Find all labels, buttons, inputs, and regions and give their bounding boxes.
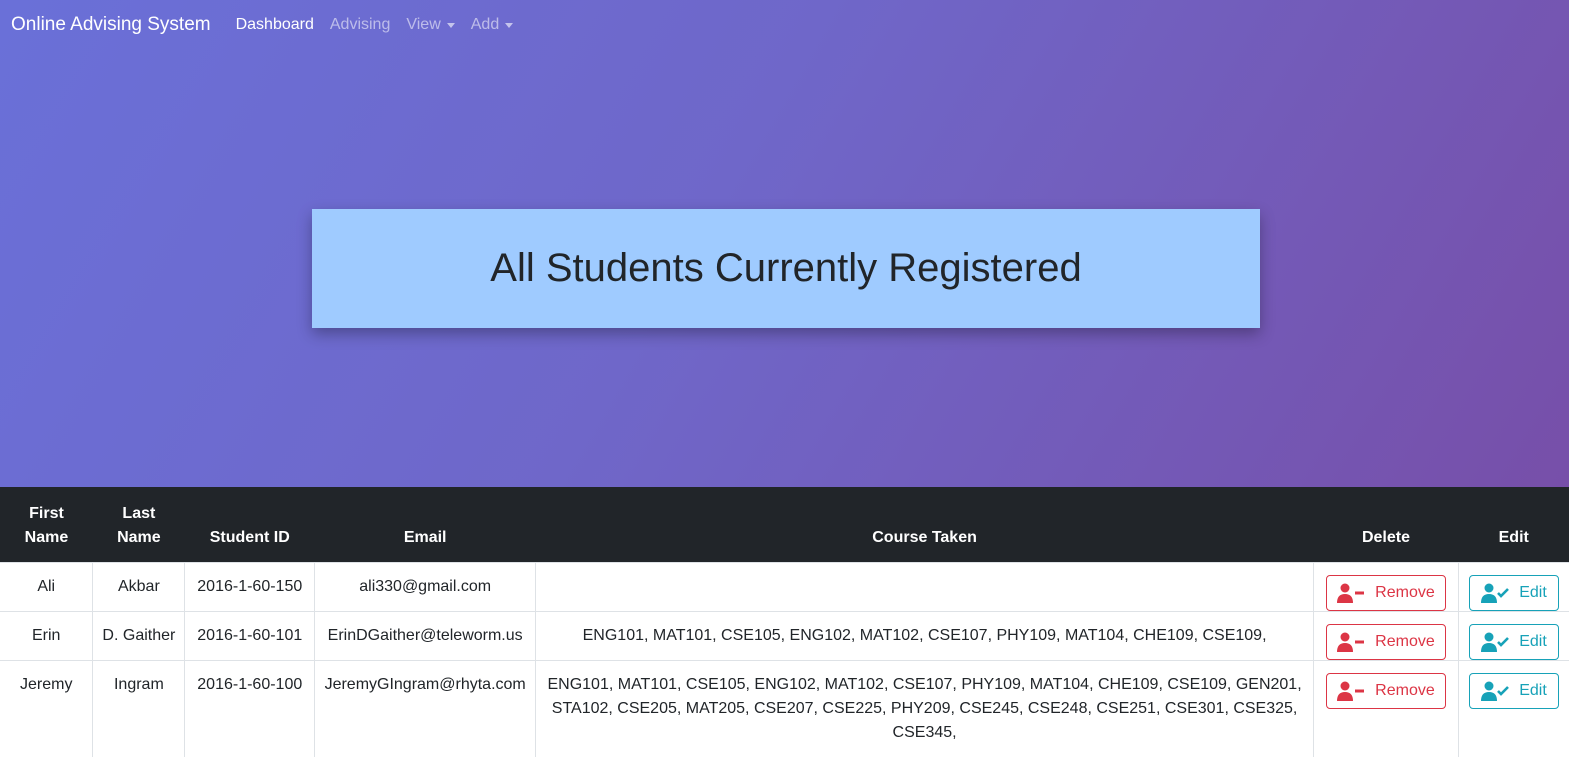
nav-add-dropdown[interactable]: Add [470,0,514,50]
caret-down-icon [446,22,455,28]
edit-button[interactable]: Edit [1468,672,1559,709]
cell-edit: Edit [1458,659,1569,757]
cell-edit: Edit [1458,561,1569,611]
nav-view-dropdown[interactable]: View [406,0,455,50]
nav-dashboard[interactable]: Dashboard [236,0,314,50]
edit-button-label: Edit [1519,681,1547,699]
header-delete: Delete [1313,487,1459,562]
cell-delete: Remove [1313,610,1459,660]
cell-email: ErinDGaither@teleworm.us [314,610,537,660]
nav-advising[interactable]: Advising [330,0,390,50]
edit-button-label: Edit [1519,632,1547,650]
cell-courses: ENG101, MAT101, CSE105, ENG102, MAT102, … [535,610,1314,660]
user-minus-icon [1337,681,1365,701]
students-table: First Name Last Name Student ID Email Co… [0,487,1569,757]
cell-delete: Remove [1313,659,1459,757]
table-row: Ali Akbar 2016-1-60-150 ali330@gmail.com… [0,561,1569,611]
edit-button[interactable]: Edit [1468,623,1559,660]
cell-student-id: 2016-1-60-101 [184,610,316,660]
caret-down-icon [505,22,514,28]
remove-button[interactable]: Remove [1325,574,1446,611]
remove-button-label: Remove [1375,632,1435,650]
user-minus-icon [1337,583,1365,603]
cell-first-name: Erin [0,610,94,660]
cell-first-name: Ali [0,561,94,611]
table-header-row: First Name Last Name Student ID Email Co… [0,487,1569,562]
remove-button[interactable]: Remove [1325,623,1446,660]
cell-student-id: 2016-1-60-100 [184,659,316,757]
nav-add-label: Add [470,16,500,33]
edit-button[interactable]: Edit [1468,574,1559,611]
remove-button[interactable]: Remove [1325,672,1446,709]
nav-advising-label: Advising [329,16,391,33]
cell-last-name: D. Gaither [92,610,186,660]
header-email: Email [314,487,536,562]
page-banner: All Students Currently Registered [312,209,1260,328]
user-check-icon [1481,632,1510,652]
nav-dashboard-label: Dashboard [235,16,314,33]
cell-courses [535,561,1314,611]
header-edit: Edit [1458,487,1569,562]
cell-first-name: Jeremy [0,659,94,757]
cell-courses: ENG101, MAT101, CSE105, ENG102, MAT102, … [535,659,1314,757]
remove-button-label: Remove [1375,681,1435,699]
hero-section: Online Advising System Dashboard Advisin… [0,0,1569,487]
cell-email: ali330@gmail.com [314,561,537,611]
nav-view-label: View [406,16,441,33]
page-title: All Students Currently Registered [490,246,1082,290]
cell-edit: Edit [1458,610,1569,660]
cell-last-name: Ingram [92,659,186,757]
cell-email: JeremyGIngram@rhyta.com [314,659,537,757]
user-check-icon [1481,583,1510,603]
edit-button-label: Edit [1519,583,1547,601]
table-row: Erin D. Gaither 2016-1-60-101 ErinDGaith… [0,610,1569,660]
header-courses: Course Taken [535,487,1314,562]
navbar: Online Advising System Dashboard Advisin… [0,0,1569,50]
user-check-icon [1481,681,1510,701]
cell-student-id: 2016-1-60-150 [184,561,316,611]
header-student-id: Student ID [184,487,315,562]
remove-button-label: Remove [1375,583,1435,601]
header-last-name: Last Name [92,487,185,562]
user-minus-icon [1337,632,1365,652]
header-first-name: First Name [0,487,93,562]
cell-delete: Remove [1313,561,1459,611]
table-row: Jeremy Ingram 2016-1-60-100 JeremyGIngra… [0,659,1569,757]
cell-last-name: Akbar [92,561,186,611]
navbar-brand[interactable]: Online Advising System [11,0,211,50]
